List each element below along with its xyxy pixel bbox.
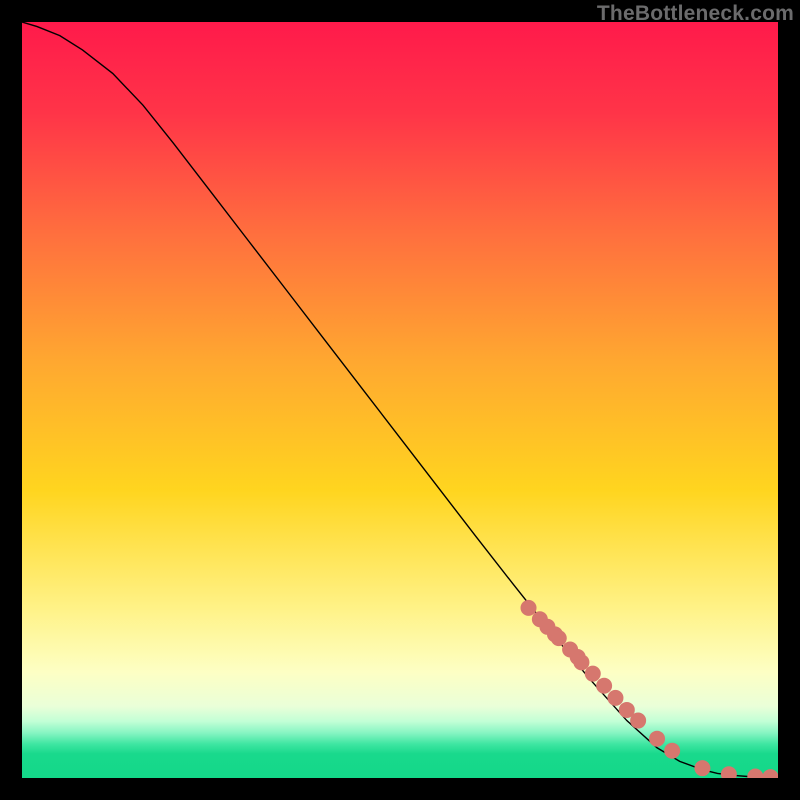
chart-plot <box>22 22 778 778</box>
data-point <box>664 743 680 759</box>
data-point <box>649 731 665 747</box>
data-point <box>596 678 612 694</box>
watermark-text: TheBottleneck.com <box>597 2 794 26</box>
data-point <box>521 600 537 616</box>
chart-frame: TheBottleneck.com <box>0 0 800 800</box>
gradient-background <box>22 22 778 778</box>
data-point <box>573 654 589 670</box>
data-point <box>585 666 601 682</box>
data-point <box>551 630 567 646</box>
data-point <box>630 713 646 729</box>
data-point <box>694 760 710 776</box>
data-point <box>607 690 623 706</box>
